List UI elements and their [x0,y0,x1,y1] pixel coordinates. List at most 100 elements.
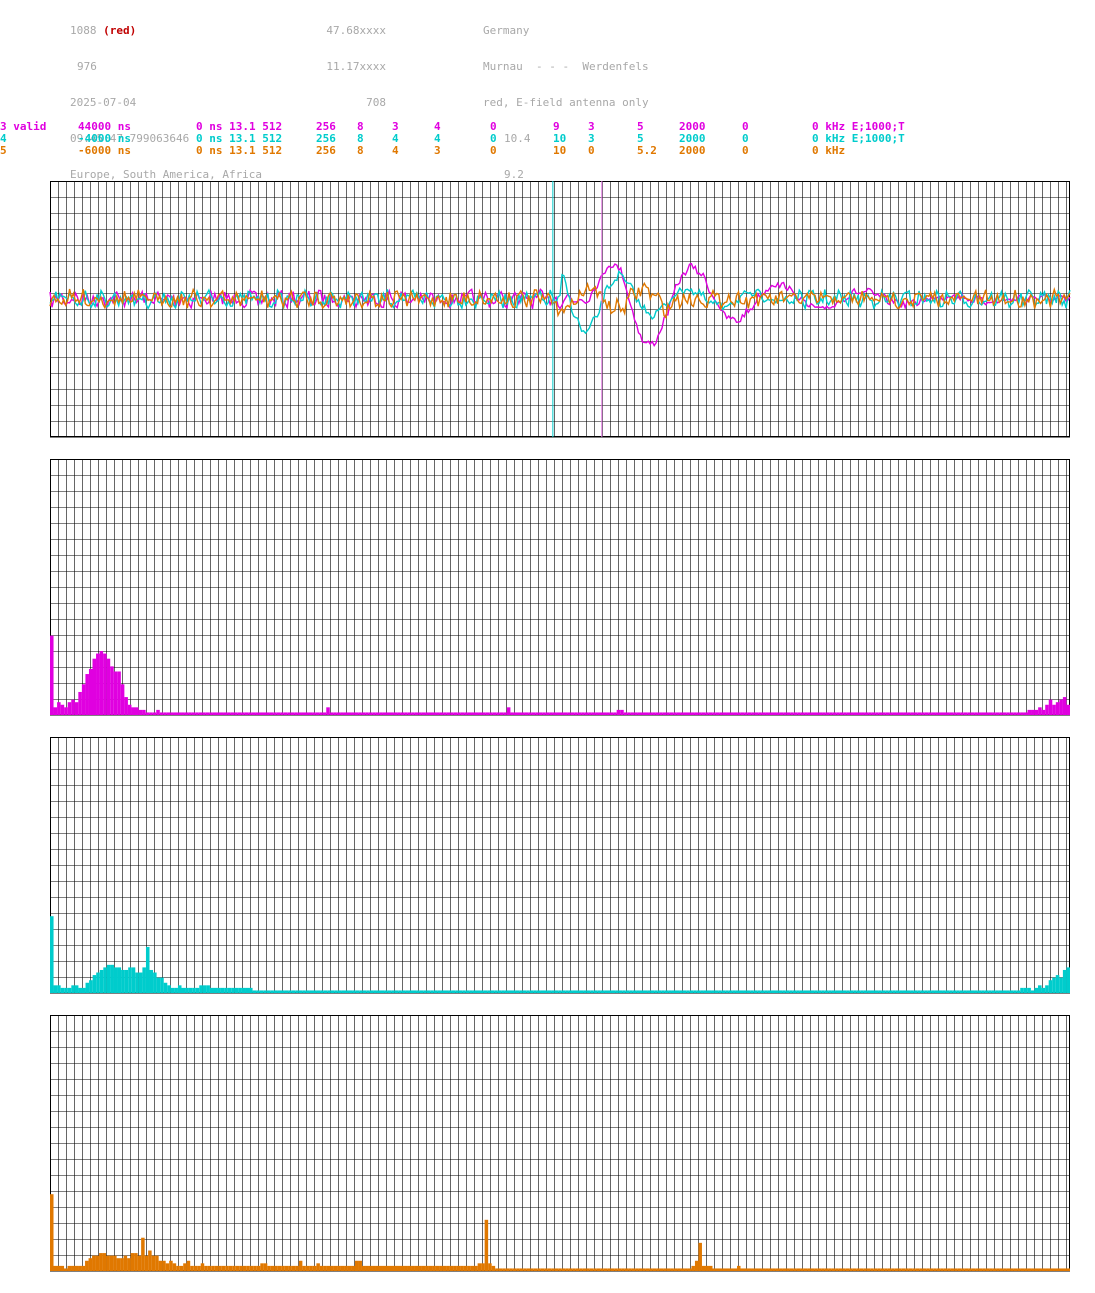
bar [276,712,281,715]
bar [952,990,957,993]
bar [888,990,893,993]
bar [903,712,908,715]
bar [484,1219,489,1271]
bar [572,990,576,993]
bar [712,712,716,715]
bar [767,990,772,993]
bar [743,990,747,993]
bar [895,990,900,993]
bar [938,712,943,715]
bar [220,712,224,715]
bar [475,712,479,715]
bar [53,1265,58,1271]
bar [1030,990,1035,993]
bar [274,1265,278,1271]
spectrum-chart-magenta [50,459,1070,716]
bar [428,712,433,715]
bar [309,990,313,993]
bar [502,1268,506,1271]
bar [747,712,752,715]
bar [411,712,415,715]
bar [565,1268,569,1271]
bar [504,990,509,993]
bar [846,712,851,715]
bar [947,1268,951,1271]
bar [95,1255,100,1271]
bar [294,712,298,715]
bar [657,990,662,993]
bar [457,712,461,715]
bar [270,1265,275,1271]
bar [845,1268,850,1271]
bar [563,712,568,715]
bar [297,712,302,715]
bar [680,712,684,715]
bar [1020,712,1024,715]
bar [733,712,738,715]
bar [966,990,971,993]
bar [684,1268,688,1271]
bar [120,1258,124,1271]
param-cell: 4 [392,144,399,157]
bar [1006,712,1010,715]
bar [443,712,447,715]
bar [985,712,989,715]
bar [191,712,196,715]
bar [71,699,75,715]
bar [760,990,765,993]
bar [491,1265,496,1271]
bar [915,1268,920,1271]
bar [329,712,334,715]
bar [604,990,608,993]
bar [547,1268,552,1271]
bar [824,1268,829,1271]
bar [588,712,592,715]
bar [765,712,769,715]
bar [1020,987,1024,993]
bar [477,1263,482,1271]
bar [260,1263,264,1271]
bar [712,1268,716,1271]
bar [733,1268,738,1271]
bar [291,990,296,993]
bar [693,990,697,993]
bar [627,712,631,715]
bar [327,990,331,993]
bar [836,712,840,715]
bar [528,712,532,715]
bar [649,1268,653,1271]
bar [620,709,624,715]
date: 2025-07-04 [70,96,137,109]
bar [694,1260,699,1271]
bar [1041,709,1046,715]
bar [212,712,217,715]
bar [1027,709,1032,715]
bar [956,712,961,715]
bar [1023,987,1028,993]
bar [103,653,107,715]
bar [467,1265,471,1271]
bar [1016,990,1021,993]
bar [308,712,313,715]
bar [719,1268,723,1271]
bar [679,990,683,993]
bar [453,1265,457,1271]
bar [485,712,490,715]
bar [519,1268,524,1271]
bar [85,674,89,715]
bar [919,1268,923,1271]
bar [708,1265,713,1271]
bar [531,712,536,715]
bar [423,990,427,993]
bar [170,712,174,715]
bar [982,1268,986,1271]
bar [905,1268,909,1271]
bar [637,712,642,715]
bar [67,1265,72,1271]
bar [668,990,672,993]
bar [60,704,65,715]
bar [822,712,826,715]
bar [782,990,786,993]
bar [870,990,875,993]
bar [404,712,408,715]
